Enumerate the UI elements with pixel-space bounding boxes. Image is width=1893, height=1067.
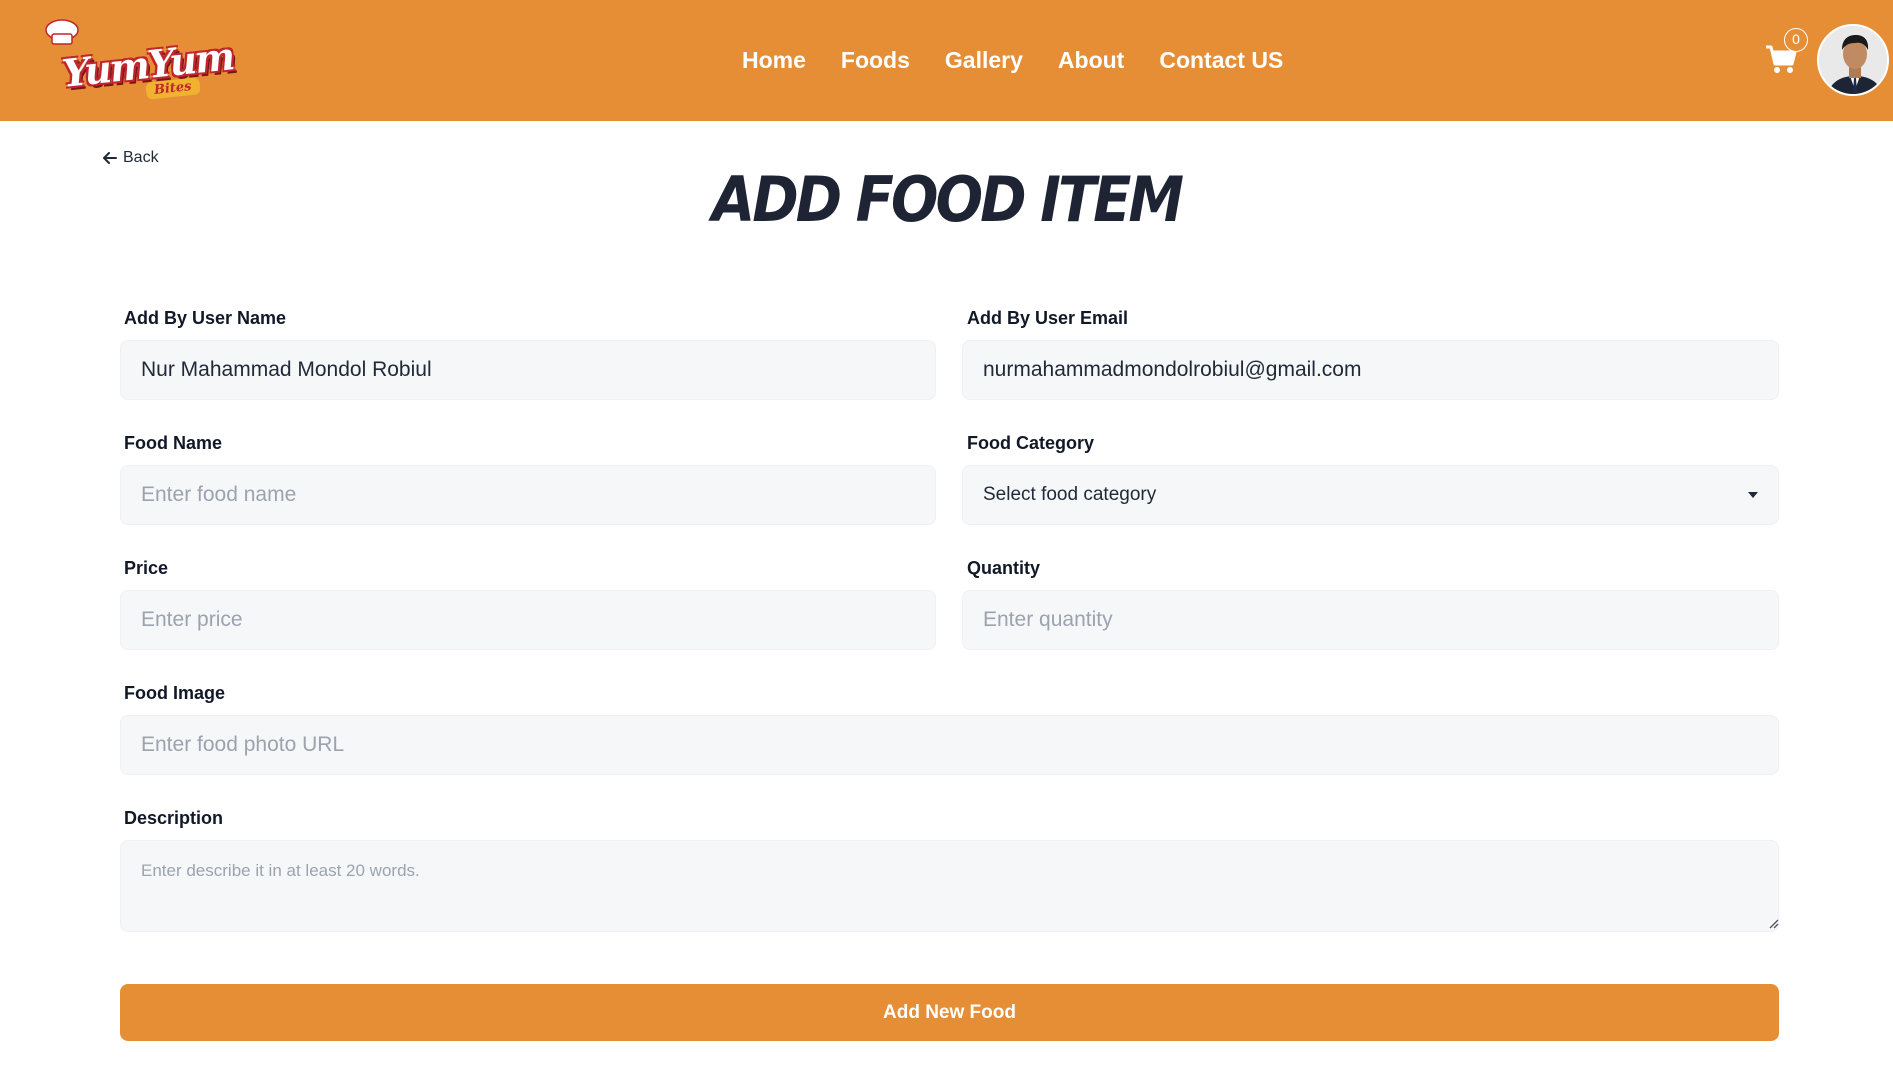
- resize-handle-icon[interactable]: [1767, 917, 1779, 929]
- nav-gallery[interactable]: Gallery: [945, 44, 1023, 76]
- user-email-field[interactable]: [962, 340, 1779, 400]
- user-name-label: Add By User Name: [124, 308, 287, 328]
- avatar-portrait-icon: [1819, 26, 1887, 94]
- food-category-select[interactable]: Select food category: [962, 465, 1779, 525]
- user-avatar[interactable]: [1817, 24, 1889, 96]
- food-name-input[interactable]: [120, 465, 936, 525]
- user-email-label: Add By User Email: [967, 308, 1129, 328]
- page-title: ADD FOOD ITEM: [711, 164, 1184, 237]
- food-image-url-input[interactable]: [120, 715, 1779, 775]
- food-name-label: Food Name: [124, 433, 223, 453]
- user-name-field[interactable]: [120, 340, 936, 400]
- food-category-label: Food Category: [967, 433, 1095, 453]
- nav-contact[interactable]: Contact US: [1159, 44, 1283, 76]
- cart-count-badge: 0: [1784, 28, 1808, 52]
- arrow-left-icon: [103, 152, 117, 164]
- price-input[interactable]: [120, 590, 936, 650]
- quantity-input[interactable]: [962, 590, 1779, 650]
- nav-about[interactable]: About: [1058, 44, 1124, 76]
- food-category-selected: Select food category: [983, 484, 1157, 505]
- nav-home[interactable]: Home: [742, 44, 806, 76]
- description-label: Description: [124, 808, 224, 828]
- nav-foods[interactable]: Foods: [841, 44, 910, 76]
- description-textarea[interactable]: [120, 840, 1779, 932]
- brand-logo[interactable]: YumYum Bites: [38, 18, 235, 103]
- main-nav: Home Foods Gallery About Contact US: [742, 44, 1318, 76]
- add-new-food-button[interactable]: Add New Food: [120, 984, 1779, 1041]
- price-label: Price: [124, 558, 169, 578]
- food-image-label: Food Image: [124, 683, 226, 703]
- chevron-down-icon: [1748, 492, 1758, 498]
- quantity-label: Quantity: [967, 558, 1041, 578]
- top-navbar: YumYum Bites Home Foods Gallery About Co…: [0, 0, 1893, 121]
